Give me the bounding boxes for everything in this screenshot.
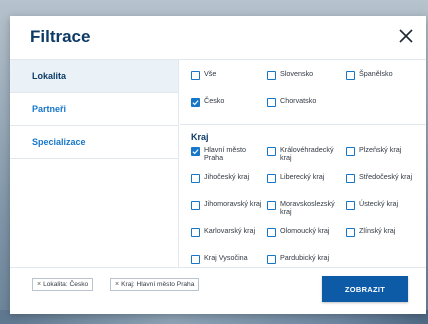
filter-modal: Filtrace Lokalita Partneři Specializace … <box>10 16 426 314</box>
region-option[interactable]: Královéhradecký kraj <box>267 146 346 173</box>
region-option[interactable]: Jihočeský kraj <box>191 173 267 200</box>
checkbox[interactable] <box>191 98 200 107</box>
region-option[interactable]: Liberecký kraj <box>267 173 346 200</box>
country-option[interactable]: Chorvatsko <box>267 97 346 115</box>
option-label: Slovensko <box>280 69 314 78</box>
sidebar-item-label: Lokalita <box>32 71 67 81</box>
option-label: Chorvatsko <box>280 96 317 105</box>
country-option[interactable]: Česko <box>191 97 267 115</box>
checkbox[interactable] <box>267 98 276 107</box>
modal-header: Filtrace <box>10 16 426 60</box>
checkbox[interactable] <box>267 228 276 237</box>
option-label: Ústecký kraj <box>359 199 399 208</box>
show-results-button[interactable]: ZOBRAZIT <box>322 276 408 302</box>
region-option[interactable]: Moravskoslezský kraj <box>267 200 346 227</box>
option-label: Moravskoslezský kraj <box>280 199 335 216</box>
checkbox[interactable] <box>346 174 355 183</box>
filter-content: Vše Slovensko Španělsko Česko Chorvatsko… <box>180 60 426 267</box>
region-option[interactable]: Ústecký kraj <box>346 200 416 227</box>
active-filter-chip[interactable]: × Lokalita: Česko <box>32 278 94 291</box>
checkbox[interactable] <box>346 71 355 80</box>
option-label: Karlovarský kraj <box>204 226 256 235</box>
checkbox[interactable] <box>191 174 200 183</box>
checkbox[interactable] <box>267 174 276 183</box>
checkbox[interactable] <box>191 201 200 210</box>
sidebar-item-lokalita[interactable]: Lokalita <box>10 60 178 93</box>
close-button[interactable] <box>396 26 416 46</box>
region-option[interactable]: Jihomoravský kraj <box>191 200 267 227</box>
sidebar-item-partneri[interactable]: Partneři <box>10 93 178 126</box>
active-filter-chip[interactable]: × Kraj: Hlavní město Praha <box>110 278 200 291</box>
remove-chip-icon[interactable]: × <box>115 279 119 291</box>
region-option[interactable]: Hlavní město Praha <box>191 146 267 173</box>
option-label: Královéhradecký kraj <box>280 145 334 162</box>
filter-sidebar: Lokalita Partneři Specializace <box>10 60 179 267</box>
checkbox[interactable] <box>346 201 355 210</box>
sidebar-item-specializace[interactable]: Specializace <box>10 126 178 159</box>
region-options: Hlavní město Praha Královéhradecký kraj … <box>180 146 426 281</box>
checkbox[interactable] <box>267 147 276 156</box>
region-option[interactable]: Karlovarský kraj <box>191 227 267 254</box>
region-option[interactable]: Olomoucký kraj <box>267 227 346 254</box>
option-label: Středočeský kraj <box>359 172 413 181</box>
country-option[interactable]: Vše <box>191 70 267 88</box>
region-option[interactable]: Středočeský kraj <box>346 173 416 200</box>
region-section-title: Kraj <box>191 132 209 142</box>
option-label: Vše <box>204 69 217 78</box>
option-label: Jihomoravský kraj <box>204 199 262 208</box>
sidebar-item-label: Partneři <box>32 104 67 114</box>
checkbox[interactable] <box>346 147 355 156</box>
option-label: Česko <box>204 96 225 105</box>
checkbox[interactable] <box>191 255 200 264</box>
option-label: Pardubický kraj <box>280 253 330 262</box>
checkbox[interactable] <box>191 228 200 237</box>
chip-label: Lokalita: Česko <box>43 280 89 288</box>
sidebar-item-label: Specializace <box>32 137 86 147</box>
close-icon <box>399 29 413 43</box>
option-label: Olomoucký kraj <box>280 226 330 235</box>
option-label: Hlavní město Praha <box>204 145 246 162</box>
country-options: Vše Slovensko Španělsko Česko Chorvatsko <box>180 60 426 125</box>
region-option[interactable]: Plzeňský kraj <box>346 146 416 173</box>
checkbox[interactable] <box>191 71 200 80</box>
chip-label: Kraj: Hlavní město Praha <box>121 280 195 288</box>
checkmark-icon <box>192 149 199 155</box>
country-option[interactable]: Slovensko <box>267 70 346 88</box>
modal-footer: × Lokalita: Česko × Kraj: Hlavní město P… <box>10 267 426 314</box>
option-label: Jihočeský kraj <box>204 172 250 181</box>
checkbox[interactable] <box>191 147 200 156</box>
checkmark-icon <box>192 100 199 106</box>
option-label: Zlínský kraj <box>359 226 396 235</box>
remove-chip-icon[interactable]: × <box>37 279 41 291</box>
option-label: Kraj Vysočina <box>204 253 248 262</box>
checkbox[interactable] <box>267 201 276 210</box>
modal-title: Filtrace <box>30 27 91 46</box>
country-option[interactable]: Španělsko <box>346 70 416 88</box>
region-option[interactable]: Zlínský kraj <box>346 227 416 254</box>
option-label: Španělsko <box>359 69 393 78</box>
checkbox[interactable] <box>346 228 355 237</box>
checkbox[interactable] <box>267 255 276 264</box>
option-label: Liberecký kraj <box>280 172 325 181</box>
option-label: Plzeňský kraj <box>359 145 402 154</box>
checkbox[interactable] <box>267 71 276 80</box>
